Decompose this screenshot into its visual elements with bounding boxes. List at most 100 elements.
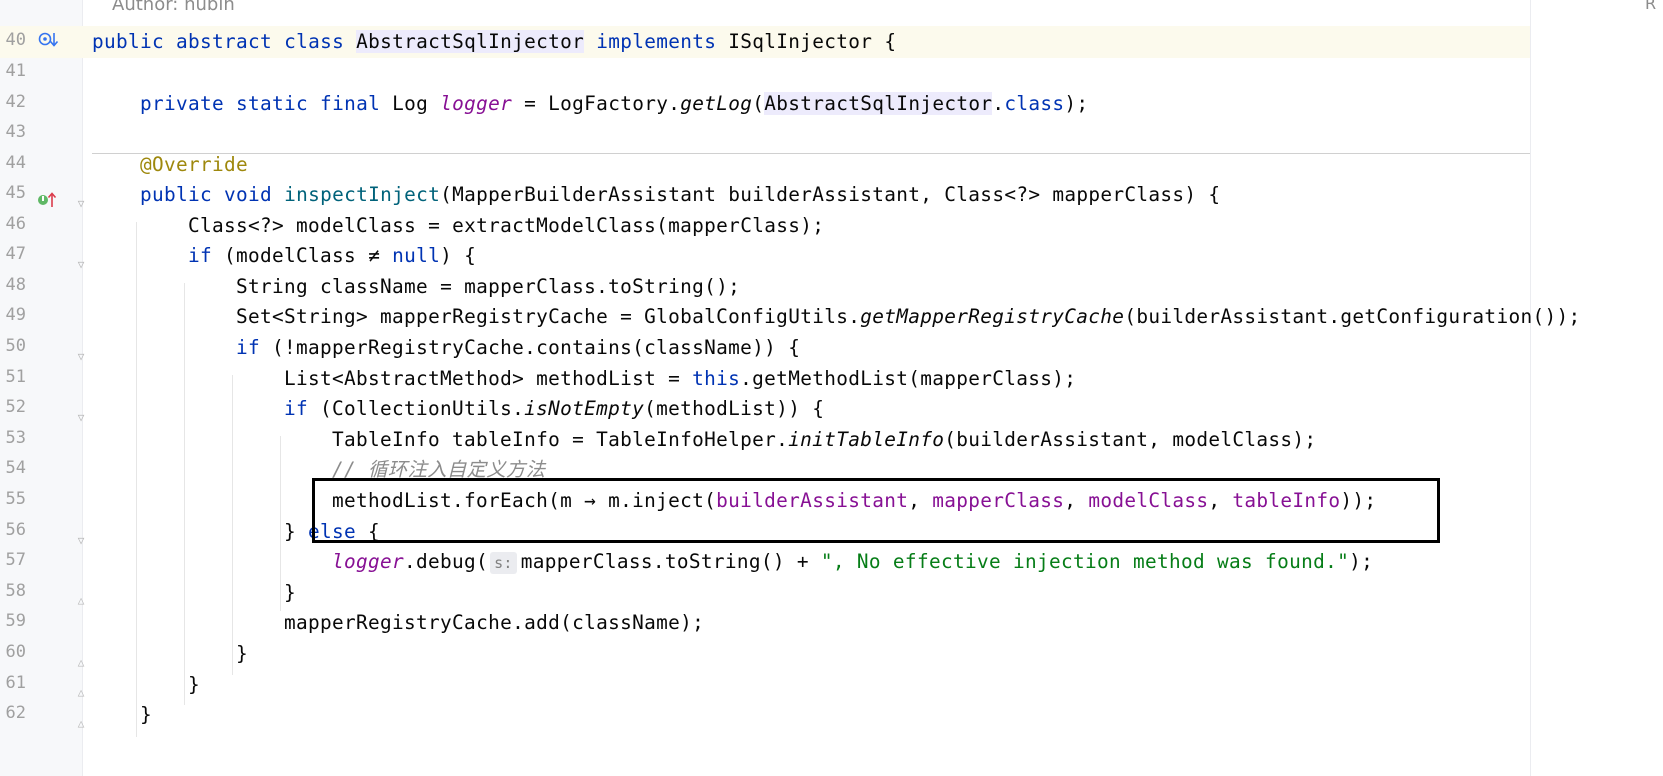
code-type: Log [392,92,441,115]
code-line-61[interactable]: } [92,669,200,701]
code-keyword: if [188,244,225,267]
code-punct: { [872,30,897,53]
code-line-49[interactable]: Set<String> mapperRegistryCache = Global… [92,301,1580,333]
code-interface-name: ISqlInjector [728,30,873,53]
code-static-method: isNotEmpty [524,397,645,420]
code-text: (builderAssistant, modelClass); [944,428,1317,451]
code-line-50[interactable]: if (!mapperRegistryCache.contains(classN… [92,332,800,364]
code-punct: } [140,703,153,726]
code-operator: ≠ [368,244,381,267]
fold-toggle-icon[interactable]: ▽ [74,411,88,425]
code-text: Class<?> modelClass = extractModelClass(… [188,214,825,237]
code-annotation: @Override [140,153,249,176]
code-line-46[interactable]: Class<?> modelClass = extractModelClass(… [92,210,824,242]
code-text: TableInfo tableInfo = TableInfoHelper. [332,428,789,451]
line-number[interactable]: 56 [0,514,26,546]
code-text: mapperClass.toString() + [520,550,821,573]
code-line-59[interactable]: mapperRegistryCache.add(className); [92,607,704,639]
fold-end-icon[interactable]: △ [74,717,88,731]
fold-end-icon[interactable]: △ [74,594,88,608]
line-number[interactable]: 52 [0,391,26,423]
code-line-40[interactable]: public abstract class AbstractSqlInjecto… [92,26,896,58]
code-text: .debug( [404,550,489,573]
code-text: .getMethodList(mapperClass); [740,367,1077,390]
fold-toggle-icon[interactable]: ▽ [74,258,88,272]
code-text: mapperRegistryCache.add(className); [284,611,705,634]
line-number[interactable]: 48 [0,269,26,301]
code-keyword: this [692,367,741,390]
fold-toggle-icon[interactable]: ▽ [74,350,88,364]
code-line-57[interactable]: logger.debug(s: mapperClass.toString() + … [92,546,1373,578]
line-number[interactable]: 62 [0,697,26,729]
line-number[interactable]: 59 [0,605,26,637]
code-class-name: AbstractSqlInjector [356,30,585,53]
code-text: (MapperBuilderAssistant builderAssistant… [440,183,1221,206]
code-keyword: private static final [140,92,393,115]
code-line-47[interactable]: if (modelClass ≠ null) { [92,240,476,272]
code-text: (builderAssistant.getConfiguration()); [1124,305,1581,328]
method-separator [92,153,1531,154]
overriding-method-icon[interactable] [36,191,58,211]
line-number[interactable]: 57 [0,544,26,576]
code-static-method: getMapperRegistryCache [860,305,1125,328]
code-punct: . [992,92,1005,115]
line-number[interactable]: 50 [0,330,26,362]
line-number[interactable]: 45 [0,177,26,209]
code-line-48[interactable]: String className = mapperClass.toString(… [92,271,740,303]
code-text: (!mapperRegistryCache.contains(className… [272,336,801,359]
line-number[interactable]: 42 [0,86,26,118]
code-keyword: null [392,244,441,267]
code-static-method: initTableInfo [788,428,945,451]
code-line-51[interactable]: List<AbstractMethod> methodList = this.g… [92,363,1076,395]
code-line-62[interactable]: } [92,699,152,731]
line-number[interactable]: 41 [0,55,26,87]
code-line-44[interactable]: @Override [92,149,248,181]
line-number[interactable]: 51 [0,361,26,393]
code-method-decl: inspectInject [284,183,441,206]
code-class-ref: AbstractSqlInjector [764,92,993,115]
code-line-42[interactable]: private static final Log logger = LogFac… [92,88,1088,120]
code-text: (CollectionUtils. [320,397,525,420]
code-line-60[interactable]: } [92,638,248,670]
line-number[interactable]: 40 [0,24,26,56]
line-number[interactable]: 61 [0,667,26,699]
code-line-58[interactable]: } [92,577,296,609]
fold-end-icon[interactable]: △ [74,656,88,670]
code-keyword: if [284,397,321,420]
line-number[interactable]: 53 [0,422,26,454]
fold-toggle-icon[interactable]: ▽ [74,534,88,548]
code-keyword: class [1004,92,1065,115]
code-line-45[interactable]: public void inspectInject(MapperBuilderA… [92,179,1220,211]
fold-toggle-icon[interactable]: ▽ [74,197,88,211]
line-number[interactable]: 47 [0,238,26,270]
code-keyword: implements [584,30,729,53]
line-number[interactable]: 60 [0,636,26,668]
code-punct: } [284,581,297,604]
code-field: logger [332,550,405,573]
line-number[interactable]: 43 [0,116,26,148]
code-line-53[interactable]: TableInfo tableInfo = TableInfoHelper.in… [92,424,1316,456]
line-number[interactable]: 49 [0,299,26,331]
code-line-52[interactable]: if (CollectionUtils.isNotEmpty(methodLis… [92,393,824,425]
code-text: (modelClass [224,244,369,267]
implementing-classes-icon[interactable] [38,30,60,50]
code-text: (methodList)) { [644,397,825,420]
code-text: String className = mapperClass.toString(… [236,275,741,298]
code-punct: ); [1349,550,1374,573]
code-editor[interactable]: Author: hubin R 40 41 42 43 44 45 46 47 … [0,0,1663,776]
code-keyword: if [236,336,273,359]
line-number[interactable]: 58 [0,575,26,607]
line-number[interactable]: 46 [0,208,26,240]
code-punct: ( [752,92,765,115]
line-number[interactable]: 55 [0,483,26,515]
code-keyword: public abstract class [92,30,357,53]
fold-end-icon[interactable]: △ [74,686,88,700]
code-text: ) { [440,244,477,267]
code-string: ", No effective injection method was fou… [820,550,1350,573]
line-number[interactable]: 54 [0,452,26,484]
code-static-method: getLog [680,92,753,115]
code-punct: } [236,642,249,665]
line-number[interactable]: 44 [0,147,26,179]
code-field: logger [440,92,513,115]
